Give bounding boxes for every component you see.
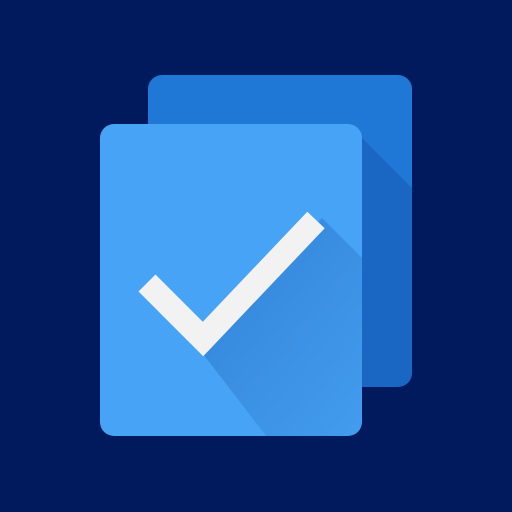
app-icon [0, 0, 512, 512]
